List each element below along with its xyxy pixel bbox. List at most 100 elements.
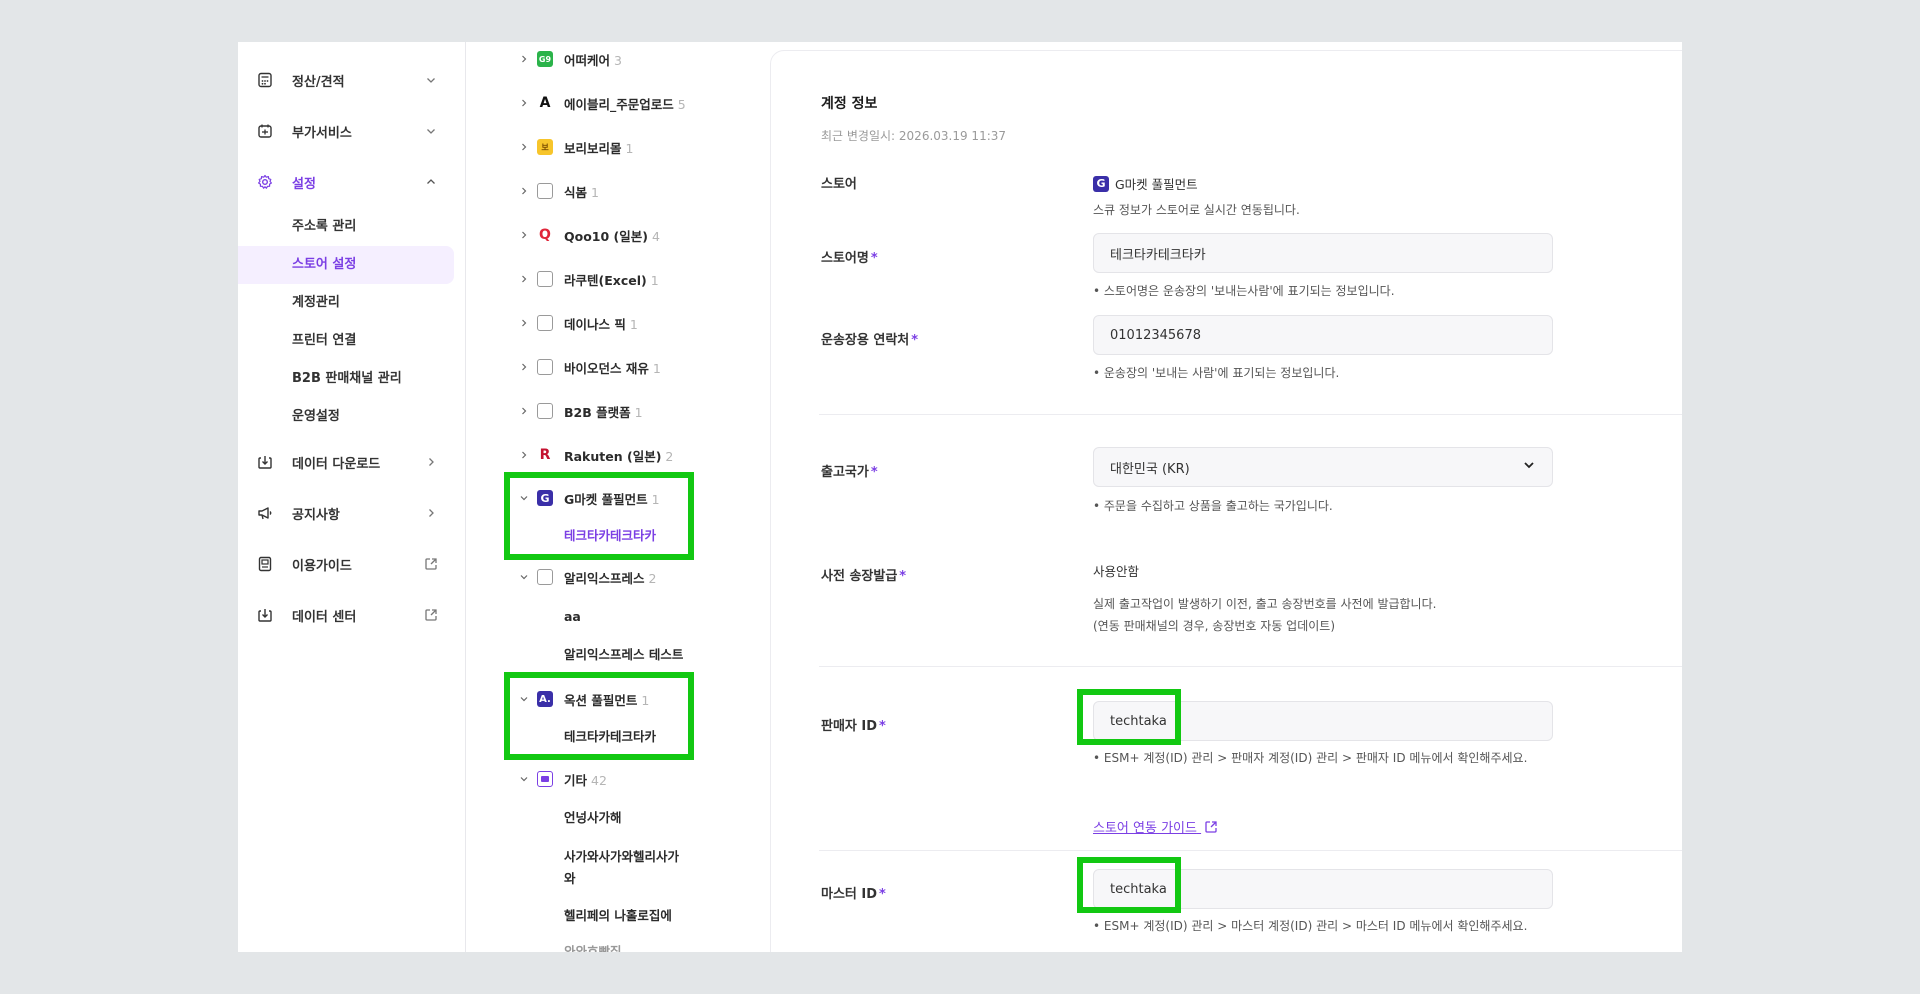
tree-child-account[interactable]: aa [564, 607, 581, 627]
tree-store-row[interactable]: 보 보리보리몰 1 [467, 134, 762, 160]
guide-icon [256, 555, 274, 573]
chevron-down-icon [519, 572, 529, 582]
store-tree: G9 어떠케어 3 A 에이블리_주문업로드 5 보 보리보리몰 1 식봄 1 Q Qo… [467, 42, 964, 952]
section-divider [819, 666, 1682, 667]
last-updated: 최근 변경일시: 2026.03.19 11:37 [821, 129, 1007, 143]
sidebar-item-notice[interactable]: 공지사항 [238, 491, 466, 535]
seller-id-help: • ESM+ 계정(ID) 관리 > 판매자 계정(ID) 관리 > 판매자 I… [1093, 751, 1528, 765]
store-count: 1 [629, 316, 638, 332]
master-id-label: 마스터 ID * [821, 887, 886, 902]
tree-store-row-auction[interactable]: A. 옥션 풀필먼트 1 [467, 686, 762, 712]
sidebar-subitem-printer[interactable]: 프린터 연결 [292, 331, 356, 351]
store-guide-link[interactable]: 스토어 연동 가이드 [1093, 817, 1218, 838]
sidebar-subitem-b2b-channel[interactable]: B2B 판매채널 관리 [292, 369, 402, 389]
store-logo-icon: R [539, 447, 551, 463]
tree-child-account[interactable]: 알리익스프레스 테스트 [564, 645, 683, 665]
store-name: Qoo10 (일본) [564, 228, 648, 244]
tree-store-row[interactable]: G9 어떠케어 3 [467, 46, 762, 72]
store-count: 5 [677, 96, 686, 112]
master-id-input[interactable]: techtaka [1093, 869, 1553, 909]
country-selected-value: 대한민국 (KR) [1110, 461, 1190, 477]
chevron-down-icon [424, 124, 438, 138]
tree-store-row[interactable]: 바이오던스 재유 1 [467, 354, 762, 380]
store-logo-icon: G9 [537, 51, 553, 67]
tree-child-account[interactable]: 테크타카테크타카 [564, 526, 656, 546]
chevron-right-icon [519, 318, 529, 328]
chevron-right-icon [519, 362, 529, 372]
addon-icon [256, 122, 274, 140]
store-name-help: • 스토어명은 운송장의 '보내는사람'에 표기되는 정보입니다. [1093, 284, 1395, 298]
store-name: 에이블리_주문업로드 [564, 96, 674, 112]
sidebar-item-label: 정산/견적 [292, 74, 345, 90]
country-select[interactable]: 대한민국 (KR) [1093, 447, 1553, 487]
tree-child-account[interactable]: 사가와사가와헬리사가 [564, 847, 679, 867]
contact-input[interactable]: 01012345678 [1093, 315, 1553, 355]
tree-child-account[interactable]: 와 [564, 869, 576, 889]
store-count: 1 [634, 404, 643, 420]
store-count: 1 [625, 140, 634, 156]
contact-label: 운송장용 연락처 * [821, 333, 919, 348]
sidebar-item-data-download[interactable]: 데이터 다운로드 [238, 440, 466, 484]
pre-issue-value: 사용안함 [1093, 564, 1140, 579]
store-logo-icon [537, 569, 553, 585]
calculator-icon [256, 71, 274, 89]
pre-issue-label: 사전 송장발급 * [821, 569, 907, 584]
chevron-down-icon [519, 493, 529, 503]
tree-child-account[interactable]: 와와호빵집 [564, 942, 622, 952]
sidebar-item-settlement[interactable]: 정산/견적 [238, 58, 466, 102]
sidebar-item-guide[interactable]: 이용가이드 [238, 542, 466, 586]
store-logo-icon: A [539, 95, 551, 111]
tree-store-row[interactable]: Q Qoo10 (일본) 4 [467, 222, 762, 248]
sidebar-item-data-center[interactable]: 데이터 센터 [238, 593, 466, 637]
tree-store-row[interactable]: 알리익스프레스 2 [467, 564, 762, 590]
store-logo-icon [537, 771, 553, 787]
store-name: 기타 [564, 772, 588, 788]
store-label: 스토어 [821, 177, 857, 192]
store-logo-icon: Q [539, 227, 551, 243]
tree-store-row[interactable]: A 에이블리_주문업로드 5 [467, 90, 762, 116]
tree-store-row[interactable]: 데이나스 픽1 [467, 310, 762, 336]
sidebar-subitem-address-book[interactable]: 주소록 관리 [292, 217, 356, 237]
tree-store-row[interactable]: B2B 플랫폼 1 [467, 398, 762, 424]
tree-store-row[interactable]: 라쿠텐(Excel) 1 [467, 266, 762, 292]
store-count: 1 [652, 360, 661, 376]
sidebar-item-label: 이용가이드 [292, 558, 352, 574]
store-help: 스큐 정보가 스토어로 실시간 연동됩니다. [1093, 203, 1300, 217]
store-count: 4 [651, 228, 660, 244]
tree-store-row[interactable]: R Rakuten (일본) 2 [467, 442, 762, 468]
chevron-right-icon [519, 406, 529, 416]
store-name-input[interactable]: 테크타카테크타카 [1093, 233, 1553, 273]
chevron-down-icon [424, 73, 438, 87]
tree-store-row[interactable]: 기타 42 [467, 766, 762, 792]
sidebar-item-label: 부가서비스 [292, 125, 352, 141]
sidebar-subitem-operation[interactable]: 운영설정 [292, 407, 340, 427]
tree-child-account[interactable]: 테크타카테크타카 [564, 727, 656, 747]
download-icon [256, 453, 274, 471]
tree-child-account[interactable]: 헬리페의 나홀로집에 [564, 906, 672, 926]
chevron-down-icon [1522, 458, 1536, 476]
seller-id-input[interactable]: techtaka [1093, 701, 1553, 741]
tree-store-row[interactable]: 식봄 1 [467, 178, 762, 204]
data-center-icon [256, 606, 274, 624]
store-name: 옥션 풀필먼트 [564, 692, 638, 708]
master-id-help: • ESM+ 계정(ID) 관리 > 마스터 계정(ID) 관리 > 마스터 I… [1093, 919, 1528, 933]
store-logo-icon [537, 403, 553, 419]
sidebar-subitem-account[interactable]: 계정관리 [292, 293, 340, 313]
sidebar-item-settings[interactable]: 설정 [238, 160, 466, 204]
megaphone-icon [256, 504, 274, 522]
store-name-text: G마켓 풀필먼트 [1115, 177, 1198, 192]
chevron-right-icon [519, 186, 529, 196]
chevron-right-icon [519, 450, 529, 460]
store-logo-icon [537, 271, 553, 287]
store-logo-icon [537, 359, 553, 375]
sidebar-subitem-store-settings[interactable]: 스토어 설정 [292, 255, 356, 275]
store-name: B2B 플랫폼 [564, 404, 631, 420]
tree-store-row-gmarket[interactable]: G G마켓 풀필먼트 1 [467, 485, 762, 511]
sidebar-item-addon[interactable]: 부가서비스 [238, 109, 466, 153]
store-count: 2 [665, 448, 674, 464]
sidebar-nav: 정산/견적 부가서비스 설정 주소록 관리 스토어 설정 계정관리 프린터 연결… [238, 42, 466, 952]
store-count: 2 [648, 570, 657, 586]
tree-child-account[interactable]: 언넝사가해 [564, 808, 622, 828]
chevron-right-icon [519, 54, 529, 64]
account-card: 계정 정보 최근 변경일시: 2026.03.19 11:37 스토어 G G마… [770, 50, 1682, 952]
